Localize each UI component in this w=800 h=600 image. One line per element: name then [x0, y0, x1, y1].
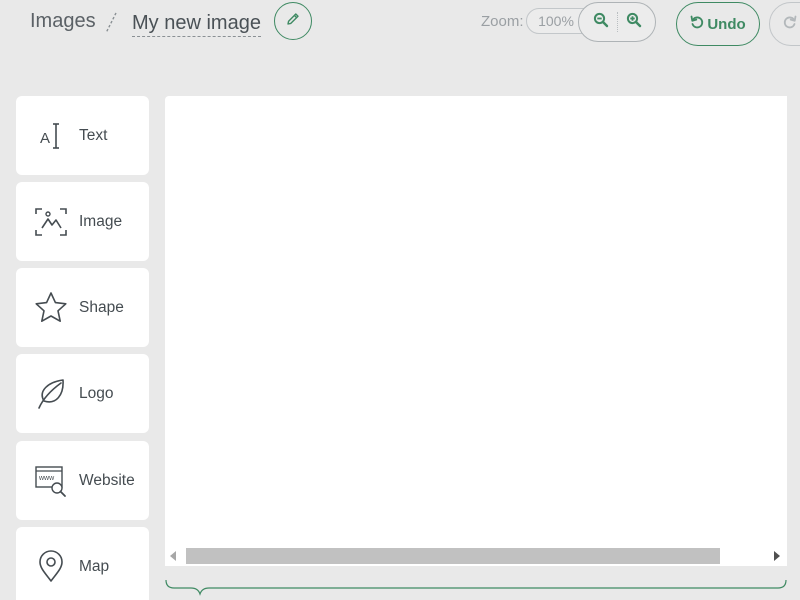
scroll-right-arrow-icon[interactable] [774, 551, 780, 561]
sidebar-item-map[interactable]: Map [16, 527, 149, 600]
leaf-icon [34, 377, 68, 411]
undo-button[interactable]: Undo [676, 2, 760, 46]
svg-text:A: A [40, 130, 50, 147]
zoom-label: Zoom: [481, 13, 524, 30]
sidebar-item-text[interactable]: A Text [16, 96, 149, 175]
zoom-in-icon [626, 12, 642, 33]
sidebar-item-label: Image [79, 212, 123, 230]
zoom-out-button[interactable] [585, 6, 617, 38]
undo-icon [690, 15, 704, 33]
website-icon: www [34, 464, 68, 498]
sidebar-item-label: Website [79, 471, 135, 489]
svg-text:www: www [38, 475, 55, 482]
design-canvas[interactable] [165, 96, 787, 546]
sidebar-item-website[interactable]: www Website [16, 441, 149, 520]
edit-title-button[interactable] [274, 2, 312, 40]
zoom-controls [578, 2, 656, 42]
sidebar-item-shape[interactable]: Shape [16, 268, 149, 347]
pencil-icon [285, 11, 301, 32]
canvas-width-bracket [165, 579, 787, 600]
redo-icon [783, 15, 797, 34]
scrollbar-thumb[interactable] [186, 548, 720, 564]
breadcrumb-separator [104, 11, 118, 40]
sidebar-item-image[interactable]: Image [16, 182, 149, 261]
zoom-out-icon [593, 12, 609, 33]
text-cursor-icon: A [34, 119, 68, 153]
undo-label: Undo [707, 15, 746, 33]
map-pin-icon [34, 549, 68, 584]
sidebar-item-logo[interactable]: Logo [16, 354, 149, 433]
zoom-level-display: 100% [526, 8, 586, 34]
image-scan-icon [34, 205, 68, 239]
scroll-left-arrow-icon[interactable] [170, 551, 176, 561]
horizontal-scrollbar[interactable] [165, 546, 787, 566]
star-icon [34, 291, 68, 325]
sidebar-item-label: Logo [79, 384, 114, 402]
redo-button[interactable] [769, 2, 800, 46]
sidebar-item-label: Shape [79, 298, 124, 316]
sidebar-item-label: Map [79, 557, 110, 575]
breadcrumb-images-link[interactable]: Images [30, 10, 96, 33]
document-title-field[interactable]: My new image [132, 11, 261, 37]
sidebar-item-label: Text [79, 126, 108, 144]
zoom-in-button[interactable] [618, 6, 650, 38]
